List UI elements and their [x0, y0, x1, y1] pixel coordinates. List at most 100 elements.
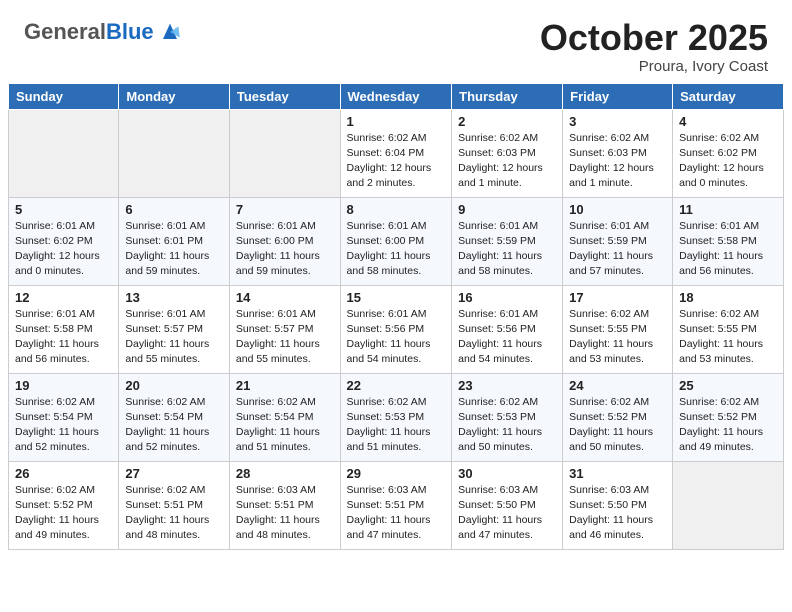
day-header-sunday: Sunday [9, 83, 119, 109]
logo: GeneralBlue [24, 18, 184, 46]
day-info: Sunrise: 6:01 AM Sunset: 5:57 PM Dayligh… [125, 307, 223, 368]
calendar-cell: 28Sunrise: 6:03 AM Sunset: 5:51 PM Dayli… [229, 461, 340, 549]
calendar-cell: 17 Sunrise: 6:02 AM Sunset: 5:55 PM Dayli… [563, 285, 673, 373]
calendar-cell: 3 Sunrise: 6:02 AM Sunset: 6:03 PM Daylig… [563, 109, 673, 197]
calendar-cell [229, 109, 340, 197]
day-number: 10 [569, 202, 666, 217]
day-info: Sunrise: 6:01 AM Sunset: 5:58 PM Dayligh… [679, 219, 777, 280]
logo-blue-text: Blue [106, 19, 154, 44]
calendar-cell: 13 Sunrise: 6:01 AM Sunset: 5:57 PM Dayli… [119, 285, 230, 373]
day-number: 21 [236, 378, 334, 393]
calendar-cell: 30 Sunrise: 6:03 AM Sunset: 5:50 PM Dayli… [452, 461, 563, 549]
day-info: Sunrise: 6:01 AM Sunset: 5:58 PM Dayligh… [15, 307, 112, 368]
day-info: Sunrise: 6:01 AM Sunset: 6:02 PM Dayligh… [15, 219, 112, 280]
day-number: 16 [458, 290, 556, 305]
day-info: Sunrise: 6:02 AM Sunset: 5:51 PM Dayligh… [125, 483, 223, 544]
day-info: Sunrise: 6:02 AM Sunset: 5:54 PM Dayligh… [15, 395, 112, 456]
calendar-cell: 22 Sunrise: 6:02 AM Sunset: 5:53 PM Dayli… [340, 373, 452, 461]
day-number: 7 [236, 202, 334, 217]
calendar-table: SundayMondayTuesdayWednesdayThursdayFrid… [8, 83, 784, 550]
day-number: 12 [15, 290, 112, 305]
day-info: Sunrise: 6:02 AM Sunset: 6:03 PM Dayligh… [569, 131, 666, 192]
day-info: Sunrise: 6:02 AM Sunset: 6:03 PM Dayligh… [458, 131, 556, 192]
calendar-wrapper: SundayMondayTuesdayWednesdayThursdayFrid… [0, 83, 792, 558]
calendar-cell: 19 Sunrise: 6:02 AM Sunset: 5:54 PM Dayli… [9, 373, 119, 461]
calendar-cell: 9 Sunrise: 6:01 AM Sunset: 5:59 PM Daylig… [452, 197, 563, 285]
day-number: 6 [125, 202, 223, 217]
calendar-cell: 23Sunrise: 6:02 AM Sunset: 5:53 PM Dayli… [452, 373, 563, 461]
day-number: 11 [679, 202, 777, 217]
day-info: Sunrise: 6:01 AM Sunset: 5:59 PM Dayligh… [458, 219, 556, 280]
day-info: Sunrise: 6:02 AM Sunset: 5:53 PM Dayligh… [347, 395, 446, 456]
calendar-cell: 1Sunrise: 6:02 AM Sunset: 6:04 PM Daylig… [340, 109, 452, 197]
calendar-cell [673, 461, 784, 549]
day-number: 20 [125, 378, 223, 393]
day-number: 30 [458, 466, 556, 481]
day-number: 9 [458, 202, 556, 217]
day-info: Sunrise: 6:01 AM Sunset: 5:56 PM Dayligh… [347, 307, 446, 368]
day-number: 25 [679, 378, 777, 393]
day-info: Sunrise: 6:01 AM Sunset: 5:57 PM Dayligh… [236, 307, 334, 368]
day-info: Sunrise: 6:02 AM Sunset: 5:52 PM Dayligh… [15, 483, 112, 544]
calendar-cell: 20 Sunrise: 6:02 AM Sunset: 5:54 PM Dayli… [119, 373, 230, 461]
calendar-cell: 25Sunrise: 6:02 AM Sunset: 5:52 PM Dayli… [673, 373, 784, 461]
day-number: 26 [15, 466, 112, 481]
calendar-cell: 27 Sunrise: 6:02 AM Sunset: 5:51 PM Dayli… [119, 461, 230, 549]
day-number: 23 [458, 378, 556, 393]
logo-icon [156, 18, 184, 46]
day-info: Sunrise: 6:02 AM Sunset: 5:52 PM Dayligh… [569, 395, 666, 456]
header: GeneralBlue October 2025 Proura, Ivory C… [0, 0, 792, 83]
calendar-cell: 5 Sunrise: 6:01 AM Sunset: 6:02 PM Daylig… [9, 197, 119, 285]
day-number: 29 [347, 466, 446, 481]
day-number: 4 [679, 114, 777, 129]
day-number: 17 [569, 290, 666, 305]
calendar-cell: 14 Sunrise: 6:01 AM Sunset: 5:57 PM Dayli… [229, 285, 340, 373]
calendar-cell [9, 109, 119, 197]
calendar-cell: 26 Sunrise: 6:02 AM Sunset: 5:52 PM Dayli… [9, 461, 119, 549]
day-info: Sunrise: 6:02 AM Sunset: 5:54 PM Dayligh… [125, 395, 223, 456]
day-info: Sunrise: 6:02 AM Sunset: 6:04 PM Dayligh… [347, 131, 446, 192]
day-info: Sunrise: 6:01 AM Sunset: 6:01 PM Dayligh… [125, 219, 223, 280]
day-number: 31 [569, 466, 666, 481]
day-number: 14 [236, 290, 334, 305]
calendar-cell: 11 Sunrise: 6:01 AM Sunset: 5:58 PM Dayli… [673, 197, 784, 285]
day-info: Sunrise: 6:03 AM Sunset: 5:50 PM Dayligh… [458, 483, 556, 544]
day-number: 28 [236, 466, 334, 481]
day-info: Sunrise: 6:02 AM Sunset: 5:54 PM Dayligh… [236, 395, 334, 456]
week-row-5: 26 Sunrise: 6:02 AM Sunset: 5:52 PM Dayli… [9, 461, 784, 549]
calendar-cell [119, 109, 230, 197]
calendar-cell: 29 Sunrise: 6:03 AM Sunset: 5:51 PM Dayli… [340, 461, 452, 549]
day-header-tuesday: Tuesday [229, 83, 340, 109]
day-number: 5 [15, 202, 112, 217]
day-number: 18 [679, 290, 777, 305]
day-number: 27 [125, 466, 223, 481]
day-info: Sunrise: 6:03 AM Sunset: 5:50 PM Dayligh… [569, 483, 666, 544]
day-number: 13 [125, 290, 223, 305]
day-info: Sunrise: 6:02 AM Sunset: 5:55 PM Dayligh… [679, 307, 777, 368]
calendar-cell: 16Sunrise: 6:01 AM Sunset: 5:56 PM Dayli… [452, 285, 563, 373]
day-header-friday: Friday [563, 83, 673, 109]
calendar-cell: 4Sunrise: 6:02 AM Sunset: 6:02 PM Daylig… [673, 109, 784, 197]
day-number: 19 [15, 378, 112, 393]
day-number: 2 [458, 114, 556, 129]
calendar-cell: 24Sunrise: 6:02 AM Sunset: 5:52 PM Dayli… [563, 373, 673, 461]
day-info: Sunrise: 6:01 AM Sunset: 6:00 PM Dayligh… [236, 219, 334, 280]
day-number: 3 [569, 114, 666, 129]
day-number: 15 [347, 290, 446, 305]
week-row-1: 1Sunrise: 6:02 AM Sunset: 6:04 PM Daylig… [9, 109, 784, 197]
day-info: Sunrise: 6:01 AM Sunset: 6:00 PM Dayligh… [347, 219, 446, 280]
week-row-2: 5 Sunrise: 6:01 AM Sunset: 6:02 PM Daylig… [9, 197, 784, 285]
calendar-header-row: SundayMondayTuesdayWednesdayThursdayFrid… [9, 83, 784, 109]
calendar-cell: 7 Sunrise: 6:01 AM Sunset: 6:00 PM Daylig… [229, 197, 340, 285]
month-title: October 2025 [540, 18, 768, 58]
day-header-monday: Monday [119, 83, 230, 109]
calendar-cell: 18 Sunrise: 6:02 AM Sunset: 5:55 PM Dayli… [673, 285, 784, 373]
day-number: 22 [347, 378, 446, 393]
calendar-cell: 10 Sunrise: 6:01 AM Sunset: 5:59 PM Dayli… [563, 197, 673, 285]
day-info: Sunrise: 6:01 AM Sunset: 5:59 PM Dayligh… [569, 219, 666, 280]
calendar-cell: 31 Sunrise: 6:03 AM Sunset: 5:50 PM Dayli… [563, 461, 673, 549]
week-row-3: 12 Sunrise: 6:01 AM Sunset: 5:58 PM Dayli… [9, 285, 784, 373]
day-header-wednesday: Wednesday [340, 83, 452, 109]
day-info: Sunrise: 6:03 AM Sunset: 5:51 PM Dayligh… [347, 483, 446, 544]
day-info: Sunrise: 6:02 AM Sunset: 5:55 PM Dayligh… [569, 307, 666, 368]
